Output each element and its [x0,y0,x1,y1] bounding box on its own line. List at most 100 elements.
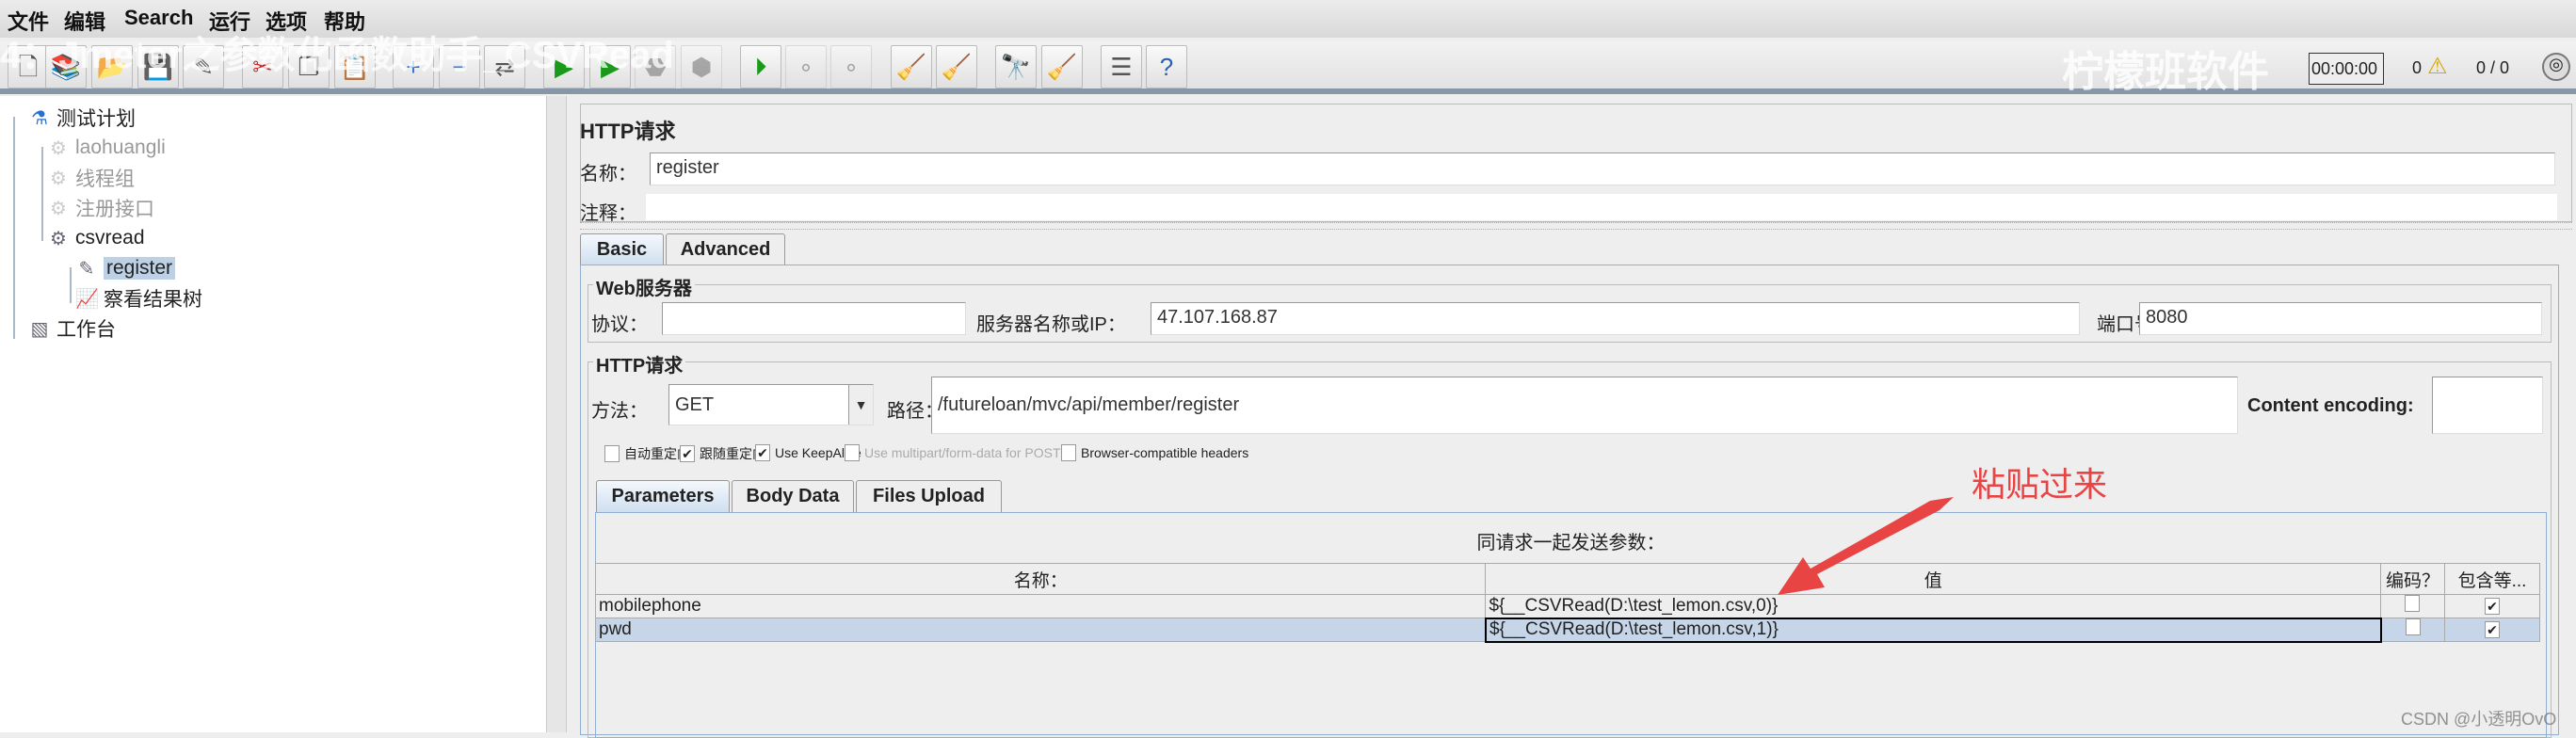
name-input[interactable]: register [650,152,2555,185]
tab-files-upload[interactable]: Files Upload [856,480,1002,512]
warning-count: 0 [2412,58,2423,77]
checkbox[interactable] [2405,618,2421,635]
checkbox-option[interactable]: ✔ 跟随重定向 [680,444,765,463]
thread-group-icon: ⚙ [50,137,67,159]
tree-node[interactable]: 📈 察看结果树 [75,284,202,313]
chevron-down-icon[interactable]: ▼ [848,385,873,425]
cell-value[interactable]: ${__CSVRead(D:\test_lemon.csv,1)} [1484,617,2382,643]
tree-node[interactable]: ✎ register [75,254,176,282]
column-header-name[interactable]: 名称： [594,563,1487,595]
tab-basic[interactable]: Basic [580,233,664,265]
column-header-include-equals[interactable]: 包含等... [2443,563,2541,595]
sampler-icon: ✎ [78,258,95,280]
shutdown-button[interactable]: ⬢ [681,45,722,88]
table-row[interactable]: mobilephone ${__CSVRead(D:\test_lemon.csv… [594,594,2541,618]
tree-node-label: laohuangli [75,136,166,158]
cell-name[interactable]: mobilephone [594,594,1487,618]
cell-encode [2380,618,2445,642]
method-value: GET [675,394,715,415]
checkbox[interactable]: ✔ [2484,621,2500,638]
cell-include_equals: ✔ [2443,618,2541,642]
function-helper-icon: ☰ [1110,53,1133,81]
thread-group-icon: ⚙ [50,168,67,189]
server-label: 服务器名称或IP： [976,314,1126,335]
elapsed-timer: 00:00:00 [2309,53,2384,85]
checkbox-option[interactable]: Browser-compatible headers [1061,444,1248,461]
workbench-icon: ▧ [30,318,49,340]
port-input[interactable]: 8080 [2139,302,2542,335]
remote-shutdown-button[interactable]: ∘ [830,45,872,88]
http-request-panel: HTTP请求 名称： register 注释： Basic Advanced W… [567,96,2576,738]
shutdown-icon: ⬢ [690,53,713,81]
method-label: 方法： [591,401,648,422]
tree-node[interactable]: ⚙ laohuangli [47,134,166,162]
checkbox[interactable]: ✔ [2484,598,2500,615]
checkbox[interactable]: ✔ [680,445,695,462]
checkbox-option[interactable]: 自动重定向 [604,444,690,463]
annotation-text: 粘贴过来 [1972,465,2108,504]
comment-label: 注释： [580,203,636,224]
remote-start-icon: ⏵ [754,53,767,81]
tree-line [41,147,43,241]
protocol-label: 协议： [591,314,648,335]
server-input[interactable]: 47.107.168.87 [1151,302,2080,335]
table-row[interactable]: pwd ${__CSVRead(D:\test_lemon.csv,1)} ✔ [594,617,2541,643]
reset-search-icon: 🧹 [1046,53,1078,81]
remote-start-button[interactable]: ⏵ [740,45,781,88]
checkbox[interactable] [2405,595,2421,612]
checkbox[interactable] [1061,444,1076,461]
test-plan-tree: ⚗ 测试计划 ⚙ laohuangli ⚙ 线程组 ⚙ 注册接口 ⚙ csvread ✎ regist… [0,96,546,732]
content-encoding-input[interactable] [2432,377,2543,434]
tab-advanced[interactable]: Advanced [666,233,785,265]
clear-icon: 🧹 [895,53,927,81]
parameters-title: 同请求一起发送参数： [1476,533,1666,554]
clear-all-button[interactable]: 🧹 [936,45,977,88]
tree-node[interactable]: ⚙ csvread [47,224,145,252]
remote-shutdown-icon: ∘ [843,53,860,81]
clear-button[interactable]: 🧹 [891,45,932,88]
tree-line [70,267,72,303]
column-header-encode[interactable]: 编码？ [2380,563,2445,595]
web-server-legend: Web服务器 [593,273,695,300]
tree-node-label: register [104,257,176,280]
thread-group-icon: ⚙ [50,228,67,249]
checkbox-option[interactable]: Use multipart/form-data for POST [845,444,1061,461]
comment-input[interactable] [646,194,2557,220]
search-button[interactable]: 🔭 [995,45,1037,88]
tab-body-data[interactable]: Body Data [732,480,854,512]
tree-node-label: 察看结果树 [104,289,202,311]
warning-icon[interactable]: ⚠ [2427,53,2448,80]
protocol-input[interactable] [662,302,966,335]
reset-search-button[interactable]: 🧹 [1041,45,1083,88]
checkbox[interactable]: ✔ [755,444,770,461]
remote-stop-icon: ∘ [797,53,814,81]
tree-node[interactable]: ▧ 工作台 [28,314,116,343]
cell-name[interactable]: pwd [594,618,1487,642]
cell-encode [2380,594,2445,618]
checkbox[interactable] [604,445,620,462]
method-select[interactable]: GET ▼ [668,384,874,425]
brand-watermark: 柠檬班软件 [2062,49,2269,95]
name-label: 名称： [580,164,636,184]
annotation-arrow [1778,497,1954,595]
parameters-table: 名称： 值 编码？ 包含等... mobilephone ${__CSVRead(… [594,563,2541,643]
csdn-watermark: CSDN @小透明OvO [2401,710,2557,729]
split-pane-divider[interactable] [546,96,567,732]
tab-parameters[interactable]: Parameters [596,480,730,512]
checkbox-label: Browser-compatible headers [1081,445,1249,460]
path-input[interactable]: /futureloan/mvc/api/member/register [931,377,2238,434]
tree-node[interactable]: ⚙ 注册接口 [47,194,154,222]
help-icon: ? [1159,53,1174,81]
listener-icon: 📈 [75,288,99,310]
tree-node[interactable]: ⚗ 测试计划 [28,104,136,132]
help-button[interactable]: ? [1146,45,1187,88]
activity-indicator-icon: ◎ [2542,53,2570,81]
function-helper-button[interactable]: ☰ [1101,45,1142,88]
split-handle[interactable] [580,222,2572,230]
checkbox[interactable] [845,444,860,461]
tree-node[interactable]: ⚙ 线程组 [47,164,135,192]
clear-all-icon: 🧹 [941,53,973,81]
remote-stop-button[interactable]: ∘ [785,45,827,88]
cell-include_equals: ✔ [2443,594,2541,618]
tree-node-label: csvread [75,227,145,249]
